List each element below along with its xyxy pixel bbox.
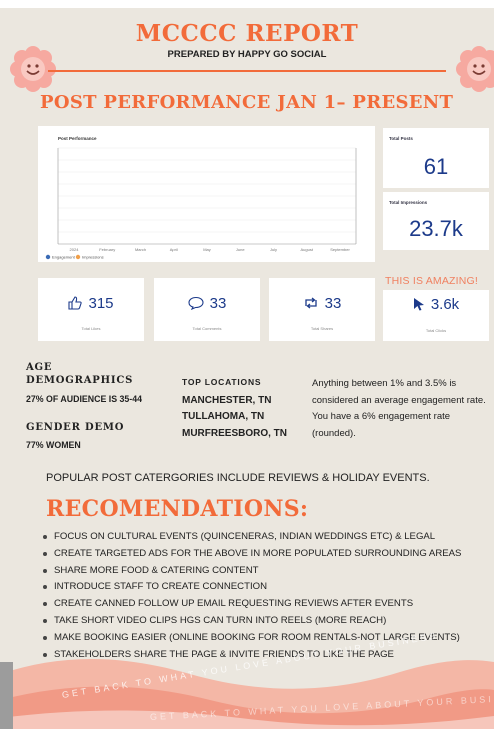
highlight-text: THIS IS AMAZING! [385,275,479,287]
post-performance-chart: Post Performance 2024 February March April M… [38,126,375,262]
location-item: TULLAHOMA, TN [182,411,265,422]
stat-card-comments: 33 Total Comments [154,278,260,341]
report-page: MCCCC REPORT PREPARED BY HAPPY GO SOCIAL… [0,0,494,729]
list-item: FOCUS ON CULTURAL EVENTS (QUINCENERAS, I… [42,531,461,548]
kpi-label: Total Impressions [389,200,428,205]
kpi-label: Total Posts [389,136,413,141]
grey-edge-block [0,662,13,729]
age-heading: AGE DEMOGRAPHICS [26,362,134,386]
list-item: TAKE SHORT VIDEO CLIPS HGS CAN TURN INTO… [42,615,461,632]
section-title: POST PERFORMANCE JAN 1– PRESENT [40,92,454,113]
stat-value: 315 [88,295,114,312]
location-item: MANCHESTER, TN [182,395,272,406]
stat-value: 33 [209,295,227,312]
tick-label: April [170,247,178,252]
stat-label: Total Clicks [425,328,447,333]
tick-label: June [236,247,245,252]
engagement-note: Anything between 1% and 3.5% is consider… [312,378,486,439]
location-item: MURFREESBORO, TN [182,428,287,439]
title-divider [48,70,446,72]
stat-card-likes: 315 Total Likes [38,278,144,341]
tick-label: August [301,247,314,252]
tick-label: March [135,247,146,252]
report-subtitle: PREPARED BY HAPPY GO SOCIAL [167,49,327,60]
tick-label: February [99,247,115,252]
stat-value: 3.6k [430,296,460,313]
tick-label: 2024 [70,247,80,252]
legend-entry: Impressions [82,255,104,260]
stat-card-shares: 33 Total Shares [269,278,375,341]
legend-entry: Engagement [52,255,76,260]
list-item: CREATE CANNED FOLLOW UP EMAIL REQUESTING… [42,598,461,615]
top-strip [0,0,494,8]
kpi-value: 23.7k [409,216,463,241]
stat-label: Total Comments [192,326,222,331]
kpi-value: 61 [423,154,449,179]
gender-heading: GENDER DEMO [26,422,125,433]
kpi-total-posts: Total Posts 61 [383,128,489,188]
gender-text: 77% WOMEN [26,440,81,450]
recommendations-heading: RECOMENDATIONS: [46,496,309,522]
stat-card-clicks: 3.6k Total Clicks [383,290,489,341]
age-text: 27% OF AUDIENCE IS 35-44 [26,394,143,404]
list-item: SHARE MORE FOOD & CATERING CONTENT [42,565,461,582]
report-title: MCCCC REPORT [135,20,359,47]
comment-icon [188,296,204,310]
popular-categories: POPULAR POST CATERGORIES INCLUDE REVIEWS… [46,472,430,484]
kpi-total-impressions: Total Impressions 23.7k [383,192,489,250]
tick-label: September [330,247,350,252]
list-item: INTRODUCE STAFF TO CREATE CONNECTION [42,581,461,598]
chart-plot: 2024 February March April May June July August S… [45,147,357,260]
locations-heading: TOP LOCATIONS [182,377,262,387]
tick-label: May [203,247,211,252]
stat-label: Total Likes [81,326,101,331]
share-icon [305,297,317,309]
stat-value: 33 [324,295,342,312]
cursor-icon [413,298,424,311]
thumbs-up-icon [68,296,83,310]
tick-label: July [270,247,277,252]
list-item: CREATE TARGETED ADS FOR THE ABOVE IN MOR… [42,548,461,565]
legend-marker [75,254,81,260]
stat-label: Total Shares [310,326,334,331]
legend-marker [45,254,51,260]
